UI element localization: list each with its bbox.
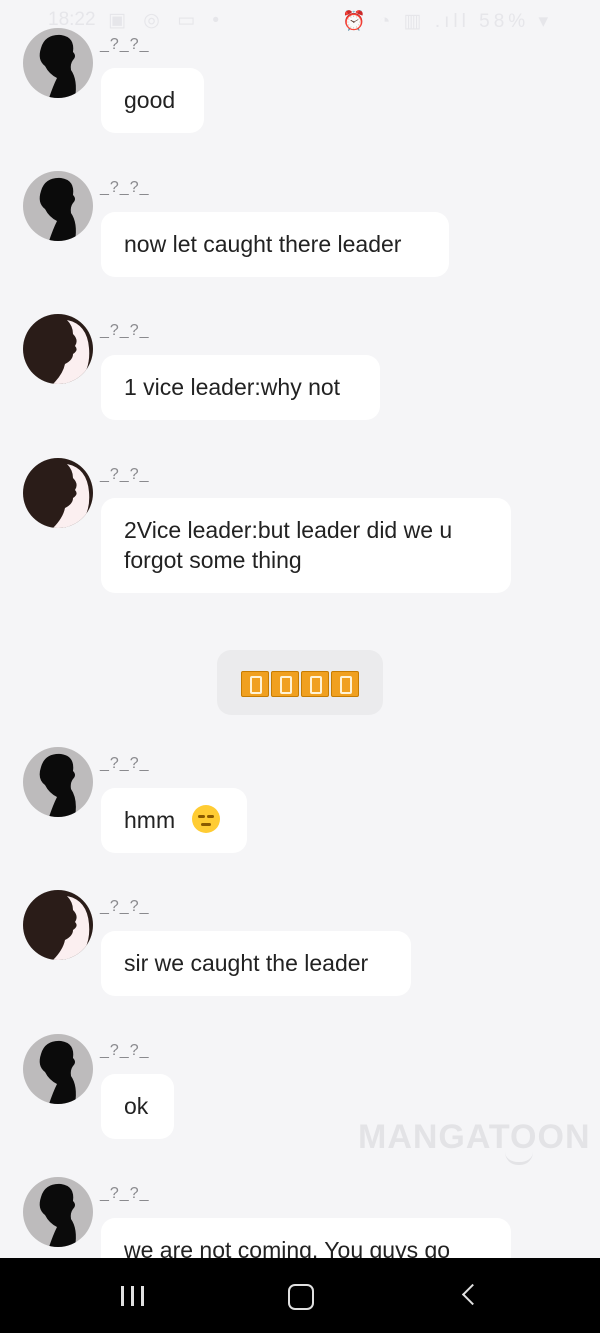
navigation-bar xyxy=(0,1258,600,1333)
system-icons: ⏰ ◔ ▥ .ıll 58% ▾ xyxy=(341,11,552,32)
status-bar: 18:22 ▣ ◎ ▭ • ⏰ ◔ ▥ .ıll 58% ▾ xyxy=(0,0,600,40)
user-avatar[interactable] xyxy=(23,458,93,528)
message-text: ok xyxy=(124,1093,149,1119)
message-bubble[interactable]: sir we caught the leader xyxy=(101,931,411,996)
sender-name: _?_?_ xyxy=(100,898,150,915)
user-avatar[interactable] xyxy=(23,747,93,817)
notification-icons: ▣ ◎ ▭ • xyxy=(108,10,225,31)
back-icon[interactable] xyxy=(461,1283,484,1306)
message-bubble[interactable]: we are not coming. You guys go xyxy=(101,1218,511,1258)
message-text: now let caught there leader xyxy=(124,231,402,257)
message-bubble[interactable]: ok xyxy=(101,1074,174,1139)
user-avatar[interactable] xyxy=(23,1034,93,1104)
unamused-face-icon xyxy=(191,805,220,833)
user-avatar[interactable] xyxy=(23,314,93,384)
vibration-chips-icon xyxy=(241,671,359,697)
message-bubble[interactable]: 1 vice leader:why not xyxy=(101,355,380,420)
watermark-logo: MANGATOON xyxy=(358,1118,591,1156)
sender-name: _?_?_ xyxy=(100,466,150,483)
home-icon[interactable] xyxy=(288,1284,314,1310)
message-text: sir we caught the leader xyxy=(124,950,369,976)
sender-name: _?_?_ xyxy=(100,179,150,196)
user-avatar[interactable] xyxy=(23,890,93,960)
message-bubble[interactable]: hmm xyxy=(101,788,247,853)
sender-name: _?_?_ xyxy=(100,322,150,339)
message-bubble[interactable]: good xyxy=(101,68,204,133)
sender-name: _?_?_ xyxy=(100,1042,150,1059)
chat-area[interactable]: _?_?_ good _?_?_ now let caught there le… xyxy=(0,0,600,1258)
message-text: hmm xyxy=(124,807,176,833)
user-avatar[interactable] xyxy=(23,171,93,241)
recents-icon[interactable] xyxy=(121,1286,147,1306)
user-avatar[interactable] xyxy=(23,1177,93,1247)
message-text: 2Vice leader:but leader did we u forgot … xyxy=(124,517,453,573)
battery-level: 58% xyxy=(479,11,530,32)
message-bubble[interactable]: 2Vice leader:but leader did we u forgot … xyxy=(101,498,511,593)
vibration-notice xyxy=(217,650,383,715)
message-text: good xyxy=(124,87,176,113)
watermark-smile-icon xyxy=(505,1152,533,1165)
message-text: 1 vice leader:why not xyxy=(124,374,341,400)
sender-name: _?_?_ xyxy=(100,1185,150,1202)
status-time: 18:22 xyxy=(48,9,96,30)
message-text: we are not coming. You guys go xyxy=(124,1237,451,1258)
sender-name: _?_?_ xyxy=(100,755,150,772)
message-bubble[interactable]: now let caught there leader xyxy=(101,212,449,277)
